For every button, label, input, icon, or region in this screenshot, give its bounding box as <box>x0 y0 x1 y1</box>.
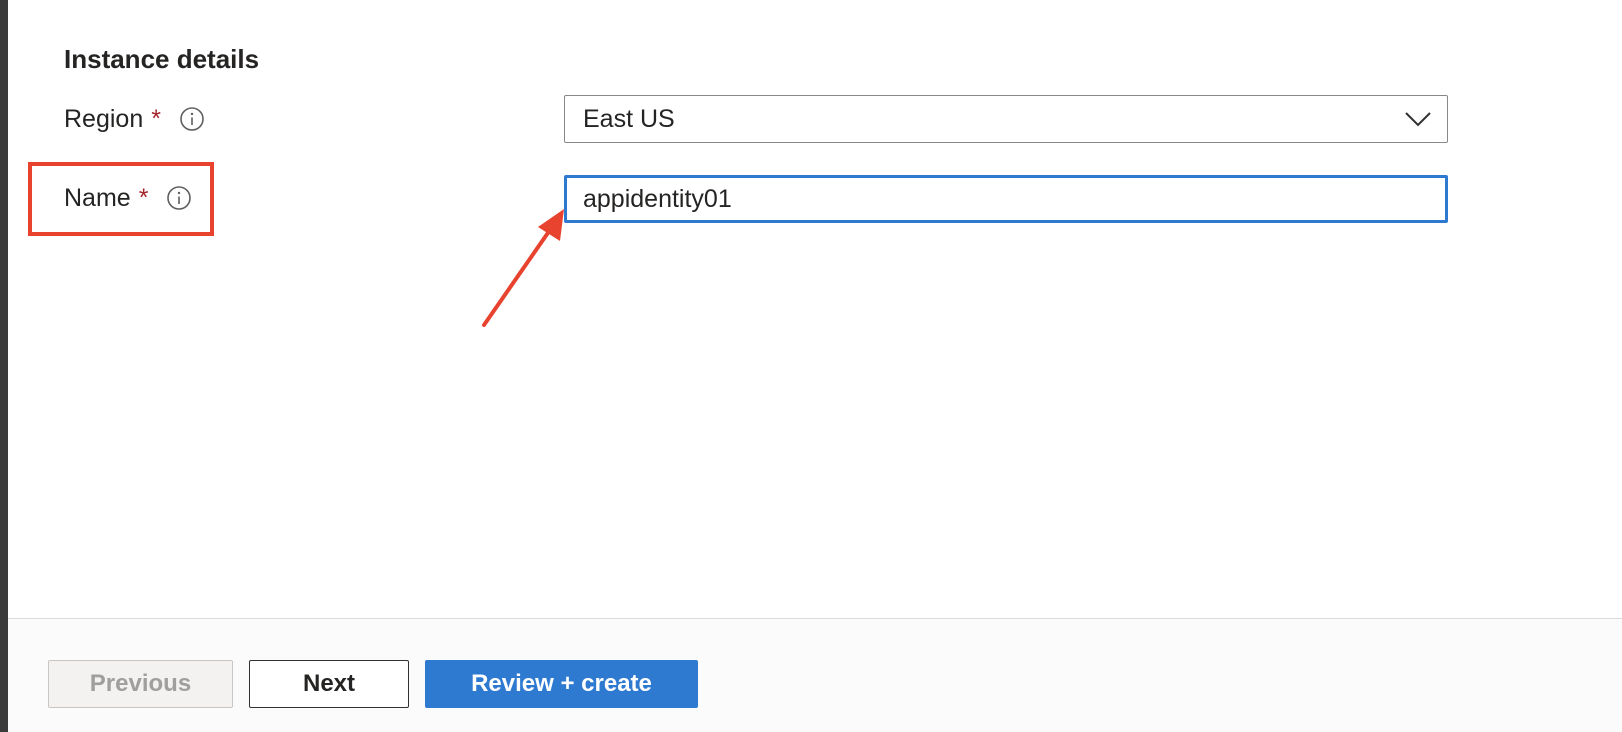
annotation-arrow-icon <box>482 209 564 327</box>
region-label-text: Region <box>64 104 144 133</box>
info-circle-icon[interactable] <box>166 185 192 211</box>
section-title: Instance details <box>64 44 260 74</box>
required-asterisk: * <box>151 104 161 133</box>
required-asterisk: * <box>138 183 149 212</box>
previous-button[interactable]: Previous <box>48 660 233 708</box>
name-input[interactable] <box>564 175 1448 223</box>
region-select-value: East US <box>583 104 675 133</box>
window-left-edge <box>0 0 8 732</box>
region-label: Region * <box>64 99 205 139</box>
next-button[interactable]: Next <box>249 660 409 708</box>
info-circle-icon[interactable] <box>179 106 205 132</box>
name-label: Name * <box>64 178 192 218</box>
chevron-down-icon <box>1405 112 1431 127</box>
review-create-button[interactable]: Review + create <box>425 660 698 708</box>
region-select[interactable]: East US <box>564 95 1448 143</box>
name-label-text: Name <box>64 183 131 212</box>
